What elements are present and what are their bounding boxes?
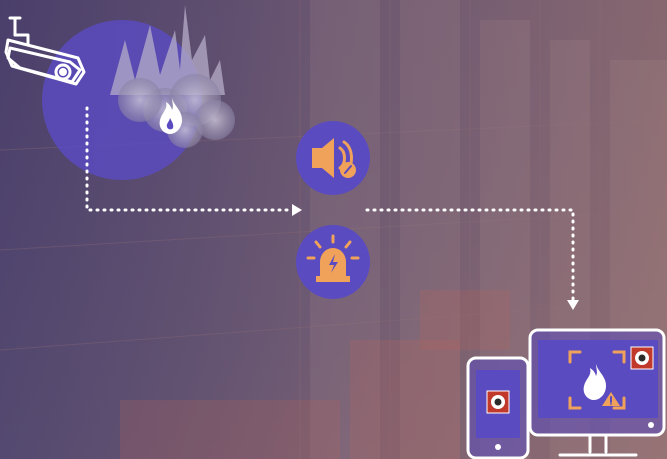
desktop-monitor-icon (528, 328, 666, 457)
alarm-beacon-icon (296, 225, 370, 299)
camera-indicator-icon (630, 346, 654, 370)
mobile-phone-icon (466, 356, 530, 459)
camera-indicator-icon (486, 390, 510, 414)
speaker-alarm-icon (296, 121, 370, 195)
fire-detection-diagram (0, 0, 667, 459)
